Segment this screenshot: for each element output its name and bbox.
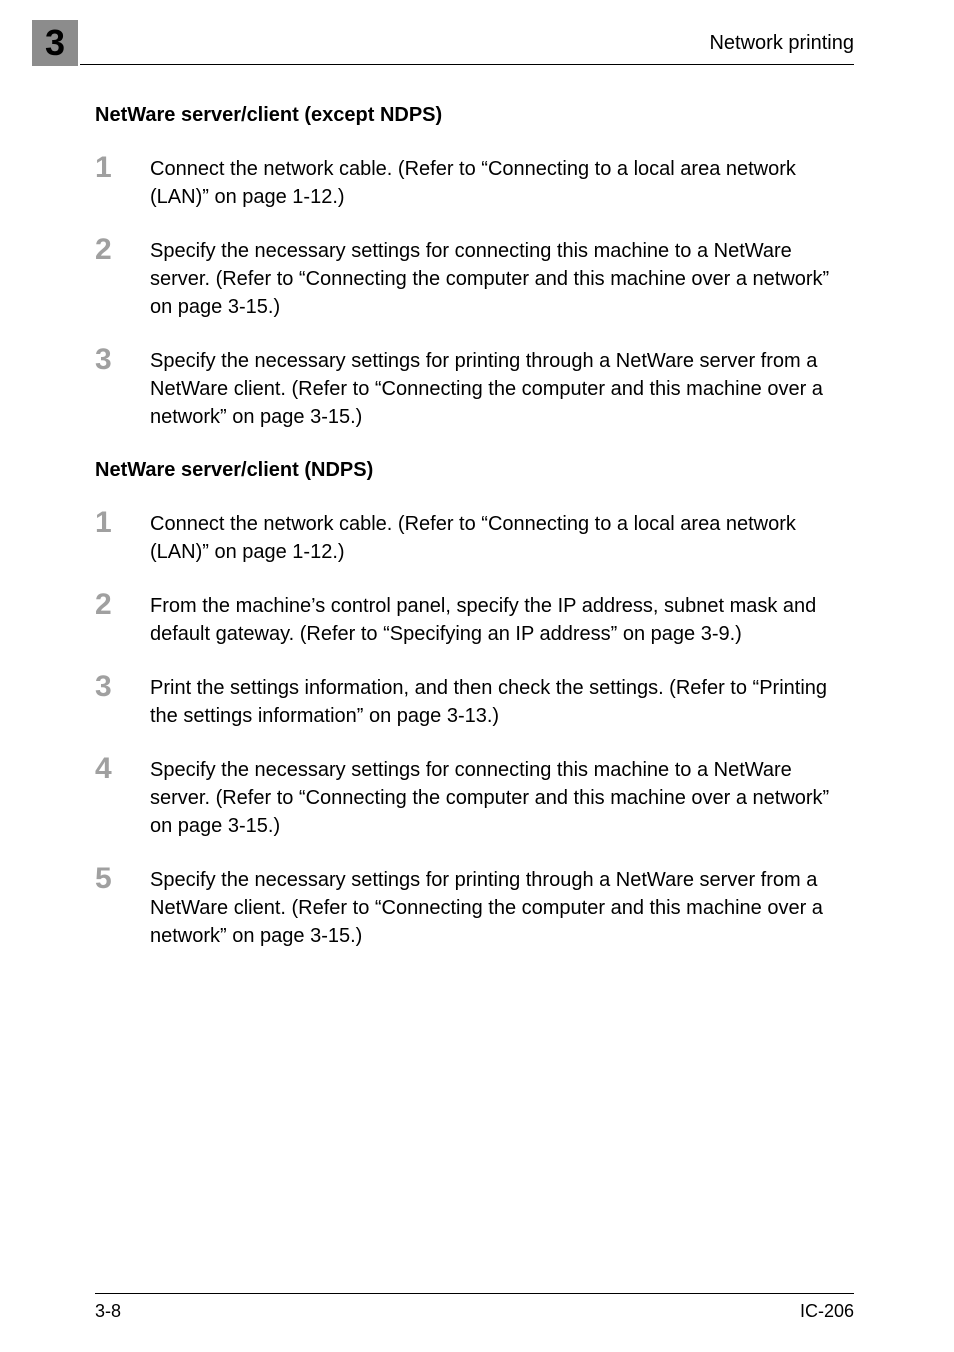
section-heading-2: NetWare server/client (NDPS): [95, 459, 854, 482]
chapter-number: 3: [45, 22, 65, 64]
content-area: NetWare server/client (except NDPS) 1 Co…: [95, 92, 854, 976]
step-item: 2 Specify the necessary settings for con…: [95, 237, 854, 321]
section-heading-1: NetWare server/client (except NDPS): [95, 104, 854, 127]
step-text: Connect the network cable. (Refer to “Co…: [150, 155, 854, 211]
chapter-badge: 3: [32, 20, 78, 66]
step-item: 3 Specify the necessary settings for pri…: [95, 347, 854, 431]
step-text: From the machine’s control panel, specif…: [150, 592, 854, 648]
step-item: 2 From the machine’s control panel, spec…: [95, 592, 854, 648]
step-text: Specify the necessary settings for print…: [150, 866, 854, 950]
step-number: 2: [95, 590, 150, 620]
step-text: Print the settings information, and then…: [150, 674, 854, 730]
step-item: 1 Connect the network cable. (Refer to “…: [95, 510, 854, 566]
step-number: 3: [95, 672, 150, 702]
step-number: 1: [95, 153, 150, 183]
step-number: 1: [95, 508, 150, 538]
step-number: 2: [95, 235, 150, 265]
step-number: 5: [95, 864, 150, 894]
step-text: Connect the network cable. (Refer to “Co…: [150, 510, 854, 566]
step-number: 3: [95, 345, 150, 375]
step-item: 4 Specify the necessary settings for con…: [95, 756, 854, 840]
footer-page-number: 3-8: [95, 1301, 121, 1322]
header-divider: [80, 64, 854, 65]
footer-document-id: IC-206: [800, 1301, 854, 1322]
step-text: Specify the necessary settings for print…: [150, 347, 854, 431]
step-text: Specify the necessary settings for conne…: [150, 756, 854, 840]
step-item: 1 Connect the network cable. (Refer to “…: [95, 155, 854, 211]
step-item: 3 Print the settings information, and th…: [95, 674, 854, 730]
header-title: Network printing: [709, 32, 854, 55]
step-item: 5 Specify the necessary settings for pri…: [95, 866, 854, 950]
step-text: Specify the necessary settings for conne…: [150, 237, 854, 321]
step-number: 4: [95, 754, 150, 784]
footer-divider: [95, 1293, 854, 1294]
